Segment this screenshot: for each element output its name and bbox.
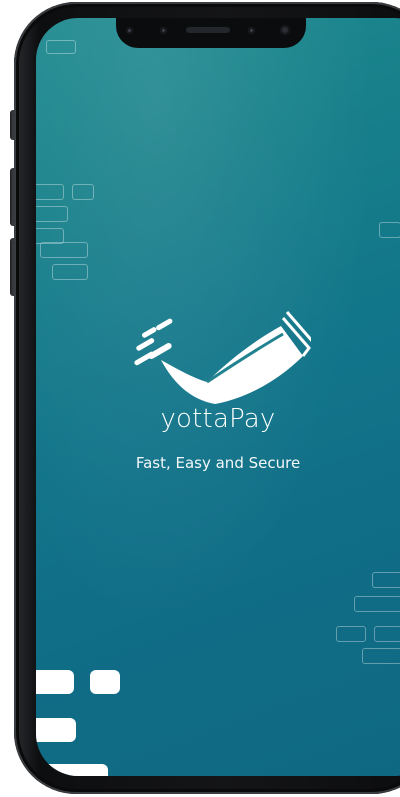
- decorative-outline: [374, 626, 400, 642]
- decorative-outline: [46, 40, 76, 54]
- decorative-outline: [52, 264, 88, 280]
- decorative-block: [36, 718, 76, 742]
- phone-notch: [116, 18, 306, 48]
- sensor-icon: [160, 27, 167, 34]
- splash-screenshot: yottaPay Fast, Easy and Secure: [0, 0, 400, 797]
- app-name: yottaPay: [160, 404, 276, 434]
- decorative-outline: [36, 206, 68, 222]
- decorative-outline: [372, 572, 400, 588]
- yottapay-logo-icon: [131, 308, 315, 418]
- earpiece-speaker: [186, 27, 230, 33]
- decorative-block: [36, 764, 108, 776]
- decorative-outline: [36, 184, 64, 200]
- decorative-outline: [354, 596, 400, 612]
- decorative-block: [90, 670, 120, 694]
- decorative-outline: [379, 222, 400, 238]
- app-tagline: Fast, Easy and Secure: [135, 454, 301, 472]
- decorative-outline: [336, 626, 366, 642]
- splash-screen: yottaPay Fast, Easy and Secure: [36, 18, 400, 776]
- sensor-icon: [126, 27, 133, 34]
- decorative-outline: [40, 242, 88, 258]
- front-camera-icon: [280, 25, 290, 35]
- decorative-block: [36, 670, 74, 694]
- sensor-icon: [248, 27, 255, 34]
- decorative-outline: [72, 184, 94, 200]
- decorative-outline: [362, 648, 400, 664]
